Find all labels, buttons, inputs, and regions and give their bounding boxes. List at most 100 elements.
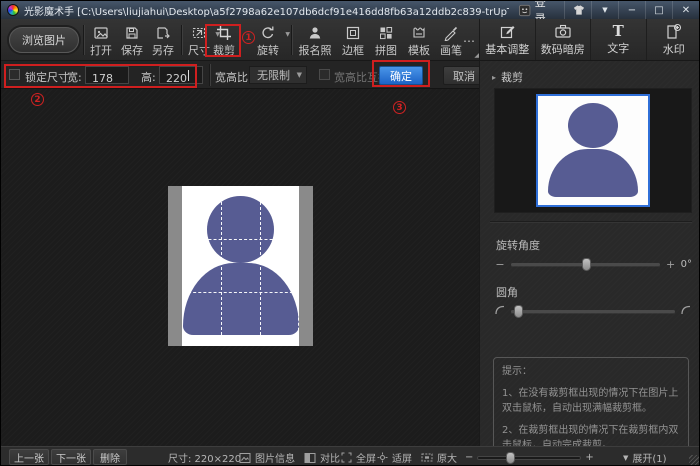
panel-tabs: 基本调整 数码暗房 T 文字 水印 (479, 19, 700, 61)
close-button[interactable]: ✕ (672, 1, 699, 19)
save-label: 保存 (121, 42, 143, 58)
preview-avatar-head (568, 103, 619, 149)
border-label: 边框 (342, 42, 364, 58)
lock-size-checkbox[interactable] (9, 69, 20, 80)
zoom-slider-track[interactable] (477, 456, 581, 460)
login-avatar-icon (519, 4, 530, 17)
expand-button[interactable]: ▼ 展开(1) (623, 447, 667, 466)
minimize-button[interactable]: − (618, 1, 645, 19)
corner-slider-track[interactable] (511, 310, 675, 313)
rotation-plus-icon[interactable]: + (665, 258, 677, 271)
image-info-label: 图片信息 (255, 450, 295, 465)
rotate-button[interactable]: 旋转 ▼ (253, 23, 283, 59)
person-icon (307, 25, 323, 41)
fit-screen-button[interactable]: 适屏 (377, 447, 412, 466)
zoom-out-icon[interactable]: − (465, 452, 473, 463)
aspect-ratio-label: 宽高比: (215, 69, 252, 85)
collapse-arrow-icon: ▸ (492, 73, 496, 82)
height-input[interactable] (160, 71, 202, 87)
camera-icon (554, 23, 572, 40)
crop-dim-right (299, 186, 313, 346)
photo-image (168, 186, 313, 346)
grid-line-vertical (260, 187, 261, 345)
swap-ratio-checkbox[interactable] (319, 69, 330, 80)
previous-image-button[interactable]: 上一张 (9, 449, 49, 465)
image-canvas[interactable] (1, 89, 479, 446)
border-button[interactable]: 边框 (339, 23, 367, 59)
template-icon (411, 25, 427, 41)
open-button[interactable]: 打开 (87, 23, 115, 59)
tab-darkroom[interactable]: 数码暗房 (536, 19, 592, 60)
options-separator (209, 64, 210, 86)
crop-section-title: 裁剪 (501, 69, 523, 85)
original-size-button[interactable]: 原大 (421, 447, 457, 466)
browse-images-button[interactable]: 浏览图片 (9, 27, 79, 53)
window-title: 光影魔术手 [C:\Users\liujiahui\Desktop\a5f279… (24, 3, 509, 18)
rotate-dropdown-icon[interactable]: ▼ (285, 31, 290, 38)
annotation-step-3: 3 (393, 101, 406, 114)
open-label: 打开 (90, 42, 112, 58)
save-as-label: 另存 (152, 42, 174, 58)
template-button[interactable]: 模板 (405, 23, 433, 59)
zoom-in-icon[interactable]: + (585, 452, 593, 463)
tab-text[interactable]: T 文字 (591, 19, 647, 60)
aspect-ratio-select[interactable]: 无限制 ▼ (249, 66, 307, 84)
delete-image-button[interactable]: 删除 (93, 449, 127, 465)
rotation-angle-label: 旋转角度 (496, 237, 540, 253)
confirm-button[interactable]: 确定 (379, 66, 423, 85)
main-toolbar: 浏览图片 打开 保存 另存 (1, 19, 479, 61)
crop-section-header[interactable]: ▸ 裁剪 (492, 69, 523, 85)
expand-arrow-icon: ▼ (623, 454, 628, 462)
crop-button[interactable]: 裁剪 (209, 23, 239, 59)
tip-1: 1、在没有裁剪框出现的情况下在图片上双击鼠标，自动出现满幅裁剪框。 (502, 386, 680, 417)
more-tools-button[interactable]: ⋯ ◢ (461, 23, 477, 59)
tab-watermark[interactable]: 水印 (647, 19, 700, 60)
login-button[interactable]: 登录 (509, 1, 564, 19)
collage-label: 拼图 (375, 42, 397, 58)
toolbar-separator (291, 25, 292, 55)
brush-icon (443, 25, 459, 41)
compare-label: 对比 (320, 450, 340, 465)
width-label: 宽: (67, 69, 82, 85)
grid-icon (378, 25, 394, 41)
resize-grip[interactable] (689, 455, 699, 465)
tips-title: 提示： (502, 364, 680, 380)
zoom-slider-thumb[interactable] (506, 452, 515, 464)
grid-line-horizontal (183, 239, 298, 240)
compare-icon (304, 452, 316, 464)
corner-radius-label: 圆角 (496, 284, 518, 300)
image-info-icon (239, 452, 251, 464)
skin-button[interactable] (564, 1, 591, 19)
titlebar: 光影魔术手 [C:\Users\liujiahui\Desktop\a5f279… (1, 1, 700, 19)
fullscreen-button[interactable]: 全屏 (341, 447, 376, 466)
height-label: 高: (141, 69, 156, 85)
aspect-ratio-value: 无限制 (257, 67, 290, 83)
maximize-button[interactable]: □ (645, 1, 672, 19)
save-as-button[interactable]: 另存 (149, 23, 177, 59)
save-button[interactable]: 保存 (118, 23, 146, 59)
rotation-slider-track[interactable] (511, 263, 660, 266)
crop-selection[interactable] (182, 186, 299, 346)
tips-box: 提示： 1、在没有裁剪框出现的情况下在图片上双击鼠标，自动出现满幅裁剪框。 2、… (493, 357, 689, 461)
crop-preview-image (536, 94, 650, 207)
size-label: 尺寸 (188, 42, 210, 58)
panel-divider (490, 221, 692, 222)
crop-label: 裁剪 (213, 42, 235, 58)
menu-button[interactable]: ▼ (591, 1, 618, 19)
id-photo-button[interactable]: 报名照 (295, 23, 335, 59)
tab-basic-adjust[interactable]: 基本调整 (480, 19, 536, 60)
more-icon: ⋯ (463, 34, 475, 48)
rotation-minus-icon[interactable]: − (494, 258, 506, 271)
next-image-button[interactable]: 下一张 (51, 449, 91, 465)
compare-button[interactable]: 对比 (304, 447, 340, 466)
image-info-button[interactable]: 图片信息 (239, 447, 295, 466)
collage-button[interactable]: 拼图 (372, 23, 400, 59)
rotate-label: 旋转 (257, 42, 279, 58)
height-field (159, 66, 203, 84)
corner-slider-thumb[interactable] (514, 305, 523, 318)
crop-side-panel: ▸ 裁剪 旋转角度 − + 0° 圆角 (479, 61, 700, 446)
tab-basic-adjust-label: 基本调整 (485, 41, 529, 57)
rotation-slider-thumb[interactable] (582, 258, 591, 271)
fit-screen-label: 适屏 (392, 450, 412, 465)
width-input[interactable] (86, 71, 128, 87)
